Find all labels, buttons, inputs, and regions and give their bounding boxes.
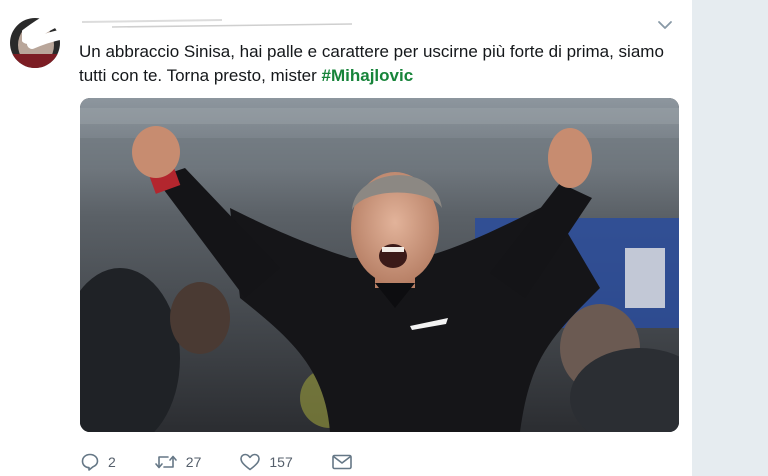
retweet-count: 27 <box>185 454 202 470</box>
tweet-card[interactable]: Un abbraccio Sinisa, hai palle e caratte… <box>0 0 693 476</box>
chevron-down-icon[interactable] <box>656 18 674 32</box>
tweet-actions: 2 27 157 <box>80 452 391 472</box>
like-button[interactable]: 157 <box>239 452 293 472</box>
tweet-photo[interactable] <box>80 98 679 432</box>
reply-count: 2 <box>108 454 116 470</box>
retweet-icon <box>154 455 177 469</box>
direct-message-button[interactable] <box>331 453 353 471</box>
reply-icon <box>81 453 99 471</box>
photo-image <box>80 98 679 432</box>
like-count: 157 <box>269 454 293 470</box>
reply-button[interactable]: 2 <box>80 452 116 472</box>
heart-icon <box>240 453 261 471</box>
tweet-text: Un abbraccio Sinisa, hai palle e caratte… <box>79 40 679 88</box>
retweet-button[interactable]: 27 <box>154 452 202 472</box>
hashtag-link[interactable]: #Mihajlovic <box>322 66 414 85</box>
envelope-icon <box>331 454 352 470</box>
